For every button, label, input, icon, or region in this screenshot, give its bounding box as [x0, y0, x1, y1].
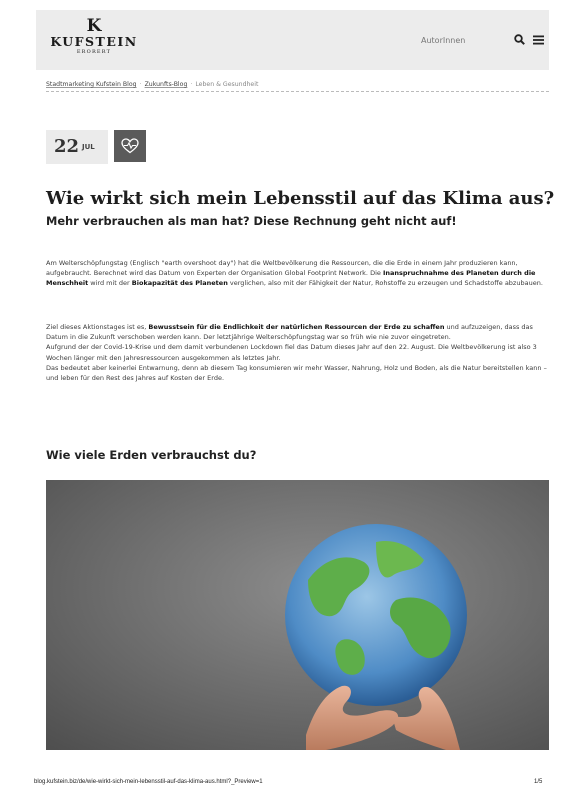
print-footer-page: 1/5: [534, 779, 543, 785]
text-span: wird mit der: [88, 279, 132, 288]
earth-hands-image: [46, 480, 549, 750]
search-icon[interactable]: [514, 34, 525, 45]
page-title: Wie wirkt sich mein Lebensstil auf das K…: [46, 188, 555, 209]
breadcrumb-item-blog[interactable]: Stadtmarketing Kufstein Blog: [46, 81, 137, 88]
site-header: K KUFSTEIN ERORERT AutorInnen: [36, 10, 549, 70]
kufstein-logo[interactable]: K KUFSTEIN ERORERT: [46, 18, 142, 56]
text-span: Ziel dieses Aktionstages ist es,: [46, 323, 149, 331]
text-span: Aufgrund der der Covid-19-Krise und dem …: [46, 343, 537, 362]
bold-text: Bewusstsein für die Endlichkeit der natü…: [148, 323, 445, 331]
breadcrumb-item-current: Leben & Gesundheit: [195, 81, 259, 88]
date-badge: 22 JUL: [46, 130, 108, 164]
text-span: verglichen, also mit der Fähigkeit der N…: [227, 279, 543, 288]
page-subtitle: Mehr verbrauchen als man hat? Diese Rech…: [46, 214, 457, 228]
logo-mark: K: [86, 16, 102, 36]
nav-link-authors[interactable]: AutorInnen: [421, 36, 465, 45]
bold-text: Biokapazität des Planeten: [131, 279, 228, 288]
category-badge[interactable]: [114, 130, 146, 162]
page: K KUFSTEIN ERORERT AutorInnen Stadtmarke…: [36, 10, 554, 750]
logo-subtitle: ERORERT: [76, 49, 112, 55]
date-day: 22: [54, 136, 80, 157]
paragraph-goal: Ziel dieses Aktionstages ist es, Bewusst…: [46, 322, 549, 383]
print-footer-url: blog.kufstein.biz/de/wie-wirkt-sich-mein…: [34, 779, 263, 785]
breadcrumb: Stadtmarketing Kufstein Blog · Zukunfts-Bl…: [46, 81, 549, 92]
breadcrumb-separator: ·: [190, 81, 193, 88]
heart-health-icon: [121, 138, 139, 154]
logo-name: KUFSTEIN: [50, 34, 138, 49]
paragraph-intro: Am Welterschöpfungstag (Englisch "earth …: [46, 258, 549, 289]
breadcrumb-item-zukunfts-blog[interactable]: Zukunfts-Blog: [145, 81, 188, 88]
text-span: Das bedeutet aber keinerlei Entwarnung, …: [46, 363, 547, 383]
menu-icon[interactable]: [533, 35, 544, 45]
earth-illustration: [46, 480, 549, 750]
section-heading: Wie viele Erden verbrauchst du?: [46, 448, 257, 462]
breadcrumb-separator: ·: [139, 81, 142, 88]
date-month: JUL: [82, 143, 95, 151]
